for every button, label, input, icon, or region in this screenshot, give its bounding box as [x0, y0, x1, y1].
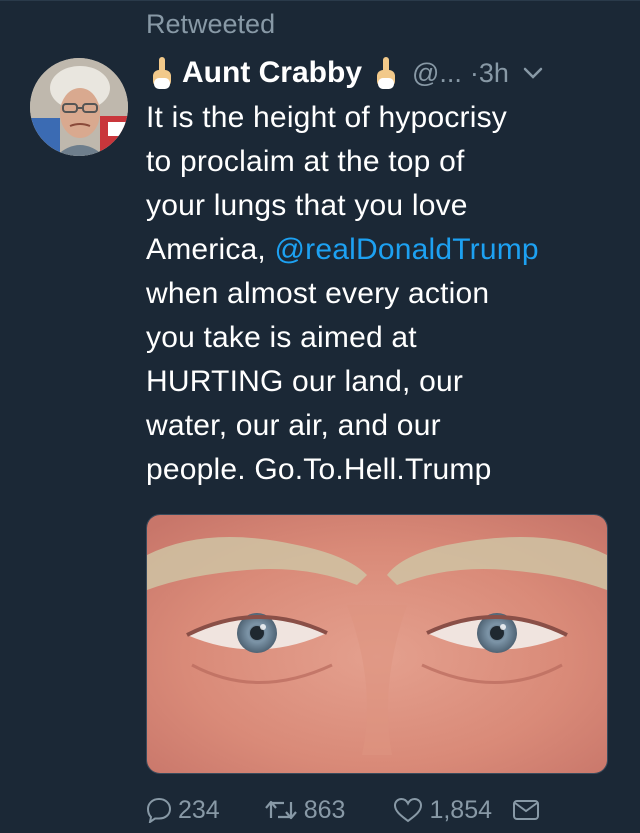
- retweet-button[interactable]: 863: [264, 795, 346, 825]
- reply-icon: [146, 797, 172, 823]
- chevron-down-icon[interactable]: [523, 66, 543, 80]
- tweet-line: HURTING our land, our: [146, 365, 464, 398]
- like-button[interactable]: 1,854: [393, 796, 492, 825]
- retweet-count: 863: [303, 795, 346, 824]
- tweet-actions: 234 863 1,854: [146, 790, 540, 830]
- timestamp[interactable]: ·3h: [470, 58, 509, 89]
- tweet-line-with-mention: America, @realDonaldTrump: [146, 228, 626, 272]
- display-name[interactable]: Aunt Crabby: [182, 56, 362, 90]
- avatar[interactable]: [30, 58, 128, 156]
- face-closeup-image: [147, 515, 607, 773]
- tweet-line: people. Go.To.Hell.Trump: [146, 453, 492, 486]
- retweet-icon: [264, 800, 297, 820]
- heart-icon: [394, 797, 423, 823]
- tweet-header: Aunt Crabby @... ·3h: [150, 52, 543, 94]
- tweet-line: you take is aimed at: [146, 321, 417, 354]
- retweeted-label: Retweeted: [146, 9, 276, 39]
- middle-finger-emoji-icon: [377, 57, 395, 89]
- mention-link[interactable]: @realDonaldTrump: [275, 233, 539, 266]
- reply-count: 234: [178, 795, 220, 824]
- user-handle[interactable]: @...: [412, 58, 462, 89]
- top-divider: [0, 0, 640, 1]
- middle-finger-emoji-icon: [153, 57, 171, 89]
- envelope-icon: [513, 800, 539, 820]
- reply-button[interactable]: 234: [146, 796, 220, 825]
- tweet-media-image[interactable]: [146, 514, 608, 774]
- tweet-line: water, our air, and our: [146, 409, 441, 442]
- tweet-line: It is the height of hypocrisy: [146, 101, 507, 134]
- direct-message-button[interactable]: [512, 798, 540, 822]
- tweet-line: when almost every action: [146, 277, 490, 310]
- tweet-line: your lungs that you love: [146, 189, 468, 222]
- avatar-image: [30, 58, 128, 156]
- tweet-text: It is the height of hypocrisy to proclai…: [146, 96, 626, 492]
- like-count: 1,854: [429, 795, 492, 824]
- tweet-line: to proclaim at the top of: [146, 145, 465, 178]
- tweet-line-prefix: America,: [146, 233, 275, 266]
